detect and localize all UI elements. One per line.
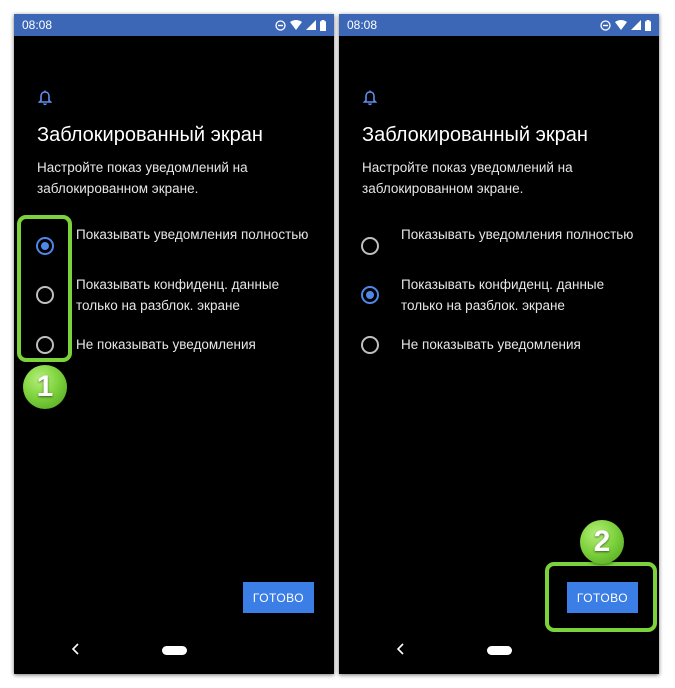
option-label-show-private-unlocked[interactable]: Показывать конфиденц. данные только на р… bbox=[401, 274, 641, 316]
status-time: 08:08 bbox=[22, 18, 53, 32]
option-label-hide-notifications[interactable]: Не показывать уведомления bbox=[401, 334, 641, 355]
done-button[interactable]: ГОТОВО bbox=[243, 582, 314, 613]
battery-icon bbox=[320, 19, 326, 31]
done-button-highlight bbox=[545, 562, 657, 632]
option-label-show-private-unlocked[interactable]: Показывать конфиденц. данные только на р… bbox=[76, 274, 316, 316]
bell-icon bbox=[363, 90, 377, 106]
radio-show-private-unlocked[interactable] bbox=[361, 286, 379, 304]
page-subtitle: Настройте показ уведомлений на заблокиро… bbox=[37, 160, 248, 196]
page-title: Заблокированный экран bbox=[362, 124, 588, 146]
bell-icon bbox=[38, 90, 52, 106]
home-nav-pill[interactable] bbox=[487, 646, 512, 655]
dnd-icon bbox=[275, 19, 286, 31]
radio-hide-notifications[interactable] bbox=[361, 336, 379, 354]
wifi-icon bbox=[290, 20, 302, 30]
step-2-badge: 2 bbox=[580, 520, 624, 564]
status-time: 08:08 bbox=[347, 18, 378, 32]
option-label-show-all[interactable]: Показывать уведомления полностью bbox=[401, 224, 641, 245]
radio-show-all[interactable] bbox=[361, 237, 379, 255]
option-label-hide-notifications[interactable]: Не показывать уведомления bbox=[76, 334, 316, 355]
wifi-icon bbox=[615, 20, 627, 30]
back-nav-icon[interactable] bbox=[397, 643, 405, 655]
cellular-signal-icon bbox=[631, 20, 641, 30]
cellular-signal-icon bbox=[306, 20, 316, 30]
option-label-show-all[interactable]: Показывать уведомления полностью bbox=[76, 224, 316, 245]
dnd-icon bbox=[600, 19, 611, 31]
home-nav-pill[interactable] bbox=[162, 646, 187, 655]
status-bar: 08:08 bbox=[14, 14, 334, 36]
back-nav-icon[interactable] bbox=[72, 643, 80, 655]
status-bar: 08:08 bbox=[339, 14, 659, 36]
page-subtitle: Настройте показ уведомлений на заблокиро… bbox=[362, 160, 573, 196]
radio-group-highlight bbox=[17, 215, 72, 362]
page-title: Заблокированный экран bbox=[37, 124, 263, 146]
battery-icon bbox=[645, 19, 651, 31]
step-1-badge: 1 bbox=[23, 365, 67, 409]
